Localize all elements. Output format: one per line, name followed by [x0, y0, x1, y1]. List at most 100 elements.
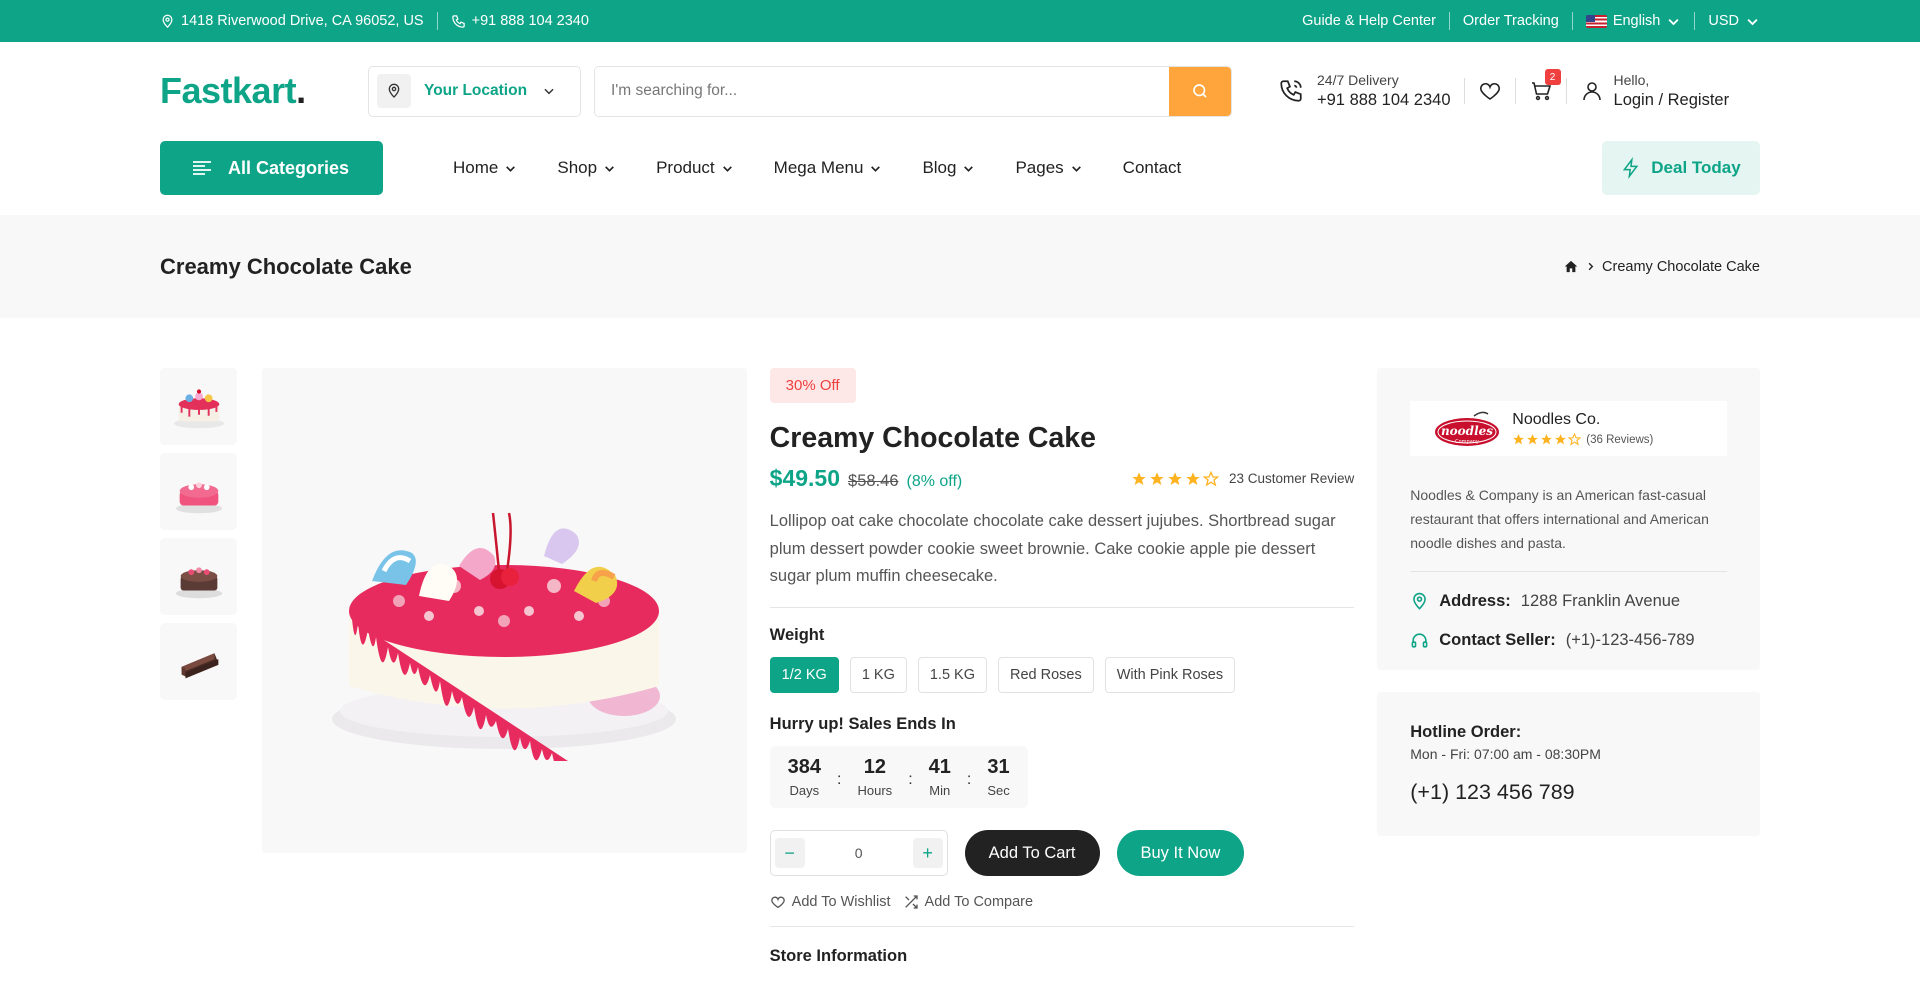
- nav-item-contact[interactable]: Contact: [1103, 158, 1202, 178]
- timer-days: 384 Days: [787, 756, 822, 799]
- star-filled-icon: [1527, 434, 1539, 445]
- help-center-link[interactable]: Guide & Help Center: [1302, 13, 1436, 29]
- nav-menu: Home Shop Product Mega Menu Blog Pages C…: [433, 158, 1201, 178]
- vendor-name: Noodles Co.: [1512, 411, 1601, 428]
- heart-icon: [770, 896, 785, 909]
- chevron-down-icon: [964, 165, 974, 172]
- currency-value: USD: [1708, 13, 1739, 29]
- star-empty-icon: [1202, 470, 1219, 486]
- nav-item-product[interactable]: Product: [636, 158, 754, 178]
- thumbnail-cake-4[interactable]: [160, 623, 237, 700]
- shuffle-icon: [904, 895, 918, 909]
- phone-icon: [451, 14, 465, 28]
- thumbnail-cake-2[interactable]: [160, 453, 237, 530]
- star-filled-icon: [1150, 471, 1164, 485]
- store-info-heading: Store Information: [769, 947, 908, 966]
- main-product-image[interactable]: [262, 368, 747, 853]
- weight-label: Weight: [769, 626, 825, 645]
- svg-text:noodles: noodles: [1441, 424, 1493, 438]
- top-bar: 1418 Riverwood Drive, CA 96052, US +91 8…: [0, 0, 1920, 42]
- deal-today-button[interactable]: Deal Today: [1602, 141, 1760, 195]
- nav-item-shop[interactable]: Shop: [537, 158, 636, 178]
- seller-card: noodles Company Noodles Co. (36 Reviews): [1377, 368, 1760, 671]
- vendor-rating: (36 Reviews): [1512, 433, 1653, 446]
- delivery-phone: +91 888 104 2340: [1317, 91, 1451, 109]
- star-filled-icon: [1541, 434, 1553, 445]
- us-flag-icon: [1585, 14, 1607, 28]
- weight-option[interactable]: 1.5 KG: [917, 657, 987, 694]
- quantity-input[interactable]: [828, 845, 889, 862]
- nav-item-blog[interactable]: Blog: [902, 158, 995, 178]
- search-input[interactable]: [595, 66, 1169, 116]
- currency-select[interactable]: USD: [1708, 13, 1760, 29]
- svg-text:Company: Company: [1455, 439, 1479, 445]
- address-text: 1418 Riverwood Drive, CA 96052, US: [181, 13, 424, 29]
- menu-lines-icon: [193, 161, 211, 175]
- chevron-down-icon: [544, 88, 554, 95]
- sale-label: Hurry up! Sales Ends In: [769, 715, 956, 734]
- add-to-wishlist-link[interactable]: Add To Wishlist: [770, 894, 891, 910]
- search-button[interactable]: [1169, 66, 1231, 116]
- cart-button[interactable]: 2: [1529, 69, 1561, 103]
- chevron-down-icon: [605, 165, 614, 172]
- weight-option[interactable]: Red Roses: [998, 657, 1094, 694]
- chevron-down-icon: [1071, 165, 1081, 172]
- nav-item-mega-menu[interactable]: Mega Menu: [754, 158, 903, 178]
- product-rating[interactable]: 23 Customer Review: [1131, 470, 1354, 487]
- phone-info: +91 888 104 2340: [451, 13, 589, 29]
- weight-option[interactable]: 1/2 KG: [769, 657, 839, 694]
- star-empty-icon: [1568, 433, 1582, 446]
- all-categories-button[interactable]: All Categories: [160, 141, 383, 195]
- location-pin-icon: [1413, 593, 1427, 610]
- user-icon: [1582, 82, 1601, 101]
- address-info: 1418 Riverwood Drive, CA 96052, US: [160, 13, 424, 29]
- nav-item-home[interactable]: Home: [433, 158, 537, 178]
- vendor-box[interactable]: noodles Company Noodles Co. (36 Reviews): [1410, 401, 1727, 456]
- location-label: Your Location: [424, 82, 528, 99]
- quantity-stepper: − +: [769, 830, 948, 877]
- timer-hours: 12 Hours: [857, 756, 893, 799]
- main-navigation: All Categories Home Shop Product Mega Me…: [0, 140, 1920, 196]
- thumbnail-cake-1[interactable]: [160, 368, 237, 445]
- login-register-link[interactable]: Login / Register: [1614, 91, 1730, 110]
- account-button[interactable]: Hello, Login / Register: [1580, 72, 1730, 110]
- buy-now-button[interactable]: Buy It Now: [1116, 830, 1245, 877]
- current-price: $49.50: [769, 465, 841, 491]
- location-selector[interactable]: Your Location: [368, 65, 581, 117]
- fastkart-logo[interactable]: Fastkart.: [160, 70, 370, 112]
- weight-option[interactable]: With Pink Roses: [1104, 657, 1236, 694]
- headphones-icon: [1411, 633, 1428, 648]
- add-to-cart-button[interactable]: Add To Cart: [964, 830, 1100, 877]
- increase-quantity-button[interactable]: +: [912, 838, 943, 869]
- product-title: Creamy Chocolate Cake: [769, 422, 1096, 454]
- hotline-phone[interactable]: (+1) 123 456 789: [1410, 780, 1727, 805]
- hotline-title: Hotline Order:: [1410, 723, 1522, 742]
- page-title: Creamy Chocolate Cake: [160, 253, 412, 279]
- language-select[interactable]: English: [1585, 13, 1682, 29]
- delivery-label: 24/7 Delivery: [1317, 72, 1399, 88]
- deal-today-label: Deal Today: [1651, 158, 1741, 177]
- order-tracking-link[interactable]: Order Tracking: [1463, 13, 1559, 29]
- seller-sidebar: noodles Company Noodles Co. (36 Reviews): [1377, 368, 1760, 966]
- star-filled-icon: [1132, 471, 1146, 485]
- star-filled-icon: [1186, 471, 1200, 485]
- search-bar: [594, 65, 1232, 117]
- thumbnail-cake-3[interactable]: [160, 538, 237, 615]
- chevron-down-icon: [871, 165, 881, 172]
- product-description: Lollipop oat cake chocolate chocolate ca…: [769, 512, 1336, 586]
- weight-option[interactable]: 1 KG: [849, 657, 907, 694]
- add-to-compare-link[interactable]: Add To Compare: [903, 894, 1033, 910]
- wishlist-button[interactable]: [1478, 79, 1502, 103]
- decrease-quantity-button[interactable]: −: [774, 838, 805, 869]
- breadcrumb: Creamy Chocolate Cake: [1563, 259, 1760, 275]
- timer-minutes: 41 Min: [928, 756, 951, 799]
- search-icon: [1193, 84, 1207, 98]
- all-categories-label: All Categories: [228, 157, 350, 178]
- delivery-info[interactable]: 24/7 Delivery +91 888 104 2340: [1278, 72, 1451, 110]
- main-header: Fastkart. Your Location 24/7 Delivery +9…: [0, 42, 1920, 140]
- vendor-review-count: (36 Reviews): [1586, 433, 1654, 446]
- nav-item-pages[interactable]: Pages: [995, 158, 1102, 178]
- chevron-down-icon: [1668, 18, 1679, 25]
- home-icon[interactable]: [1563, 259, 1579, 274]
- countdown-timer: 384 Days : 12 Hours : 41 Min : 31 Sec: [769, 746, 1028, 809]
